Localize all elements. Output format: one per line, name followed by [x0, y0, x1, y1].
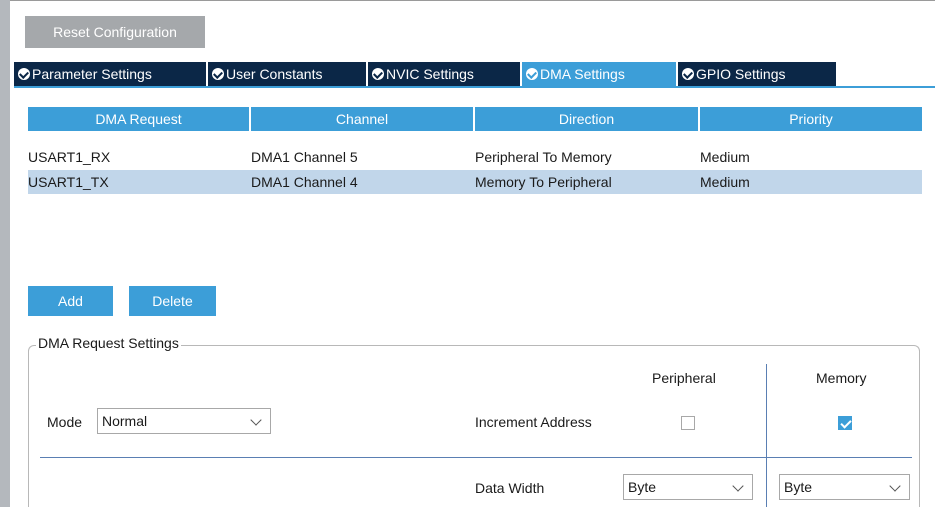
- mode-value: Normal: [102, 413, 148, 429]
- memory-column-label: Memory: [816, 370, 867, 386]
- left-panel-edge: [0, 0, 10, 507]
- chevron-down-icon: [250, 414, 262, 426]
- tab-label: DMA Settings: [540, 66, 625, 82]
- settings-tab-bar: Parameter Settings User Constants NVIC S…: [10, 62, 935, 88]
- memory-data-width-select[interactable]: Byte: [779, 474, 910, 500]
- column-header-priority[interactable]: Priority: [700, 107, 922, 131]
- increment-address-label: Increment Address: [475, 414, 592, 430]
- top-border: [10, 0, 935, 1]
- table-row-selected[interactable]: USART1_TX DMA1 Channel 4 Memory To Perip…: [28, 170, 922, 194]
- delete-button[interactable]: Delete: [129, 286, 216, 316]
- mode-select[interactable]: Normal: [97, 408, 271, 434]
- memory-data-width-value: Byte: [784, 479, 813, 495]
- column-header-dma-request[interactable]: DMA Request: [28, 107, 249, 131]
- cell-dma-request: USART1_TX: [28, 174, 109, 190]
- mode-label: Mode: [47, 414, 83, 430]
- column-header-direction[interactable]: Direction: [475, 107, 698, 131]
- peripheral-data-width-select[interactable]: Byte: [623, 474, 753, 500]
- tab-underline: [14, 86, 935, 88]
- cell-channel: DMA1 Channel 5: [251, 149, 358, 165]
- tab-label: NVIC Settings: [386, 66, 474, 82]
- cell-dma-request: USART1_RX: [28, 149, 111, 165]
- add-button[interactable]: Add: [28, 286, 113, 316]
- cell-channel: DMA1 Channel 4: [251, 174, 358, 190]
- chevron-down-icon: [732, 480, 744, 492]
- table-row[interactable]: USART1_RX DMA1 Channel 5 Peripheral To M…: [28, 145, 922, 169]
- tab-label: User Constants: [226, 66, 323, 82]
- column-header-channel[interactable]: Channel: [251, 107, 473, 131]
- cell-priority: Medium: [700, 149, 750, 165]
- tab-user-constants[interactable]: User Constants: [208, 62, 366, 86]
- cell-priority: Medium: [700, 174, 750, 190]
- data-width-label: Data Width: [475, 480, 545, 496]
- check-circle-icon: [212, 68, 224, 80]
- tab-dma-settings[interactable]: DMA Settings: [522, 62, 676, 86]
- check-circle-icon: [526, 68, 538, 80]
- group-title: DMA Request Settings: [36, 335, 181, 351]
- tab-parameter-settings[interactable]: Parameter Settings: [14, 62, 206, 86]
- reset-configuration-button[interactable]: Reset Configuration: [25, 16, 205, 48]
- dma-table-header: DMA Request Channel Direction Priority: [28, 107, 922, 131]
- check-circle-icon: [18, 68, 30, 80]
- cell-direction: Memory To Peripheral: [475, 174, 612, 190]
- column-divider: [766, 364, 767, 507]
- tab-gpio-settings[interactable]: GPIO Settings: [678, 62, 836, 86]
- row-divider: [40, 457, 912, 458]
- memory-increment-checkbox[interactable]: [838, 416, 852, 430]
- peripheral-data-width-value: Byte: [628, 479, 657, 495]
- peripheral-increment-checkbox[interactable]: [681, 416, 695, 430]
- tab-label: Parameter Settings: [32, 66, 152, 82]
- check-circle-icon: [682, 68, 694, 80]
- cell-direction: Peripheral To Memory: [475, 149, 612, 165]
- peripheral-column-label: Peripheral: [652, 370, 716, 386]
- check-circle-icon: [372, 68, 384, 80]
- tab-nvic-settings[interactable]: NVIC Settings: [368, 62, 520, 86]
- chevron-down-icon: [889, 480, 901, 492]
- tab-label: GPIO Settings: [696, 66, 786, 82]
